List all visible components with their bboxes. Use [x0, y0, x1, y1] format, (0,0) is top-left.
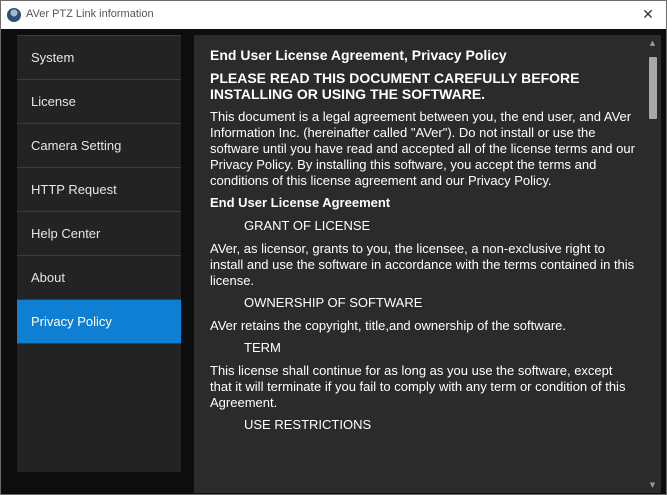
app-window: AVer PTZ Link information ✕ System Licen… [0, 0, 667, 495]
sidebar-item-label: Privacy Policy [31, 314, 112, 329]
window-title: AVer PTZ Link information [26, 8, 154, 20]
sidebar-item-help-center[interactable]: Help Center [17, 212, 181, 256]
eula-heading: End User License Agreement [210, 195, 391, 210]
scroll-up-arrow-icon[interactable]: ▲ [644, 35, 661, 51]
sidebar-item-label: License [31, 94, 76, 109]
sidebar-item-label: Help Center [31, 226, 101, 241]
use-restrictions-heading: USE RESTRICTIONS [244, 417, 372, 432]
sidebar-item-about[interactable]: About [17, 256, 181, 300]
sidebar-item-label: HTTP Request [31, 182, 117, 197]
grant-text: AVer, as licensor, grants to you, the li… [210, 241, 635, 288]
main-area: System License Camera Setting HTTP Reque… [1, 29, 666, 494]
term-text: This license shall continue for as long … [210, 363, 626, 410]
license-document: End User License Agreement, Privacy Poli… [210, 47, 635, 440]
sidebar-nav: System License Camera Setting HTTP Reque… [17, 35, 181, 472]
ownership-text: AVer retains the copyright, title,and ow… [210, 318, 567, 333]
sidebar-item-license[interactable]: License [17, 80, 181, 124]
document-panel[interactable]: End User License Agreement, Privacy Poli… [194, 35, 661, 493]
close-button[interactable]: ✕ [630, 1, 666, 29]
document-warning: PLEASE READ THIS DOCUMENT CAREFULLY BEFO… [210, 70, 580, 102]
term-heading: TERM [244, 340, 281, 355]
sidebar-item-http-request[interactable]: HTTP Request [17, 168, 181, 212]
sidebar-item-camera-setting[interactable]: Camera Setting [17, 124, 181, 168]
scroll-down-arrow-icon[interactable]: ▼ [644, 477, 661, 493]
scrollbar-thumb[interactable] [649, 57, 657, 119]
title-bar: AVer PTZ Link information ✕ [1, 1, 666, 29]
grant-heading: GRANT OF LICENSE [244, 218, 371, 233]
sidebar-item-label: About [31, 270, 65, 285]
sidebar-item-privacy-policy[interactable]: Privacy Policy [17, 300, 181, 344]
vertical-scrollbar[interactable]: ▲ ▼ [644, 35, 661, 493]
app-logo-icon [7, 8, 21, 22]
sidebar-item-label: System [31, 50, 75, 65]
sidebar-item-system[interactable]: System [17, 36, 181, 80]
document-intro: This document is a legal agreement betwe… [210, 109, 635, 188]
ownership-heading: OWNERSHIP OF SOFTWARE [244, 295, 423, 310]
sidebar-item-label: Camera Setting [31, 138, 122, 153]
document-title: End User License Agreement, Privacy Poli… [210, 47, 507, 63]
